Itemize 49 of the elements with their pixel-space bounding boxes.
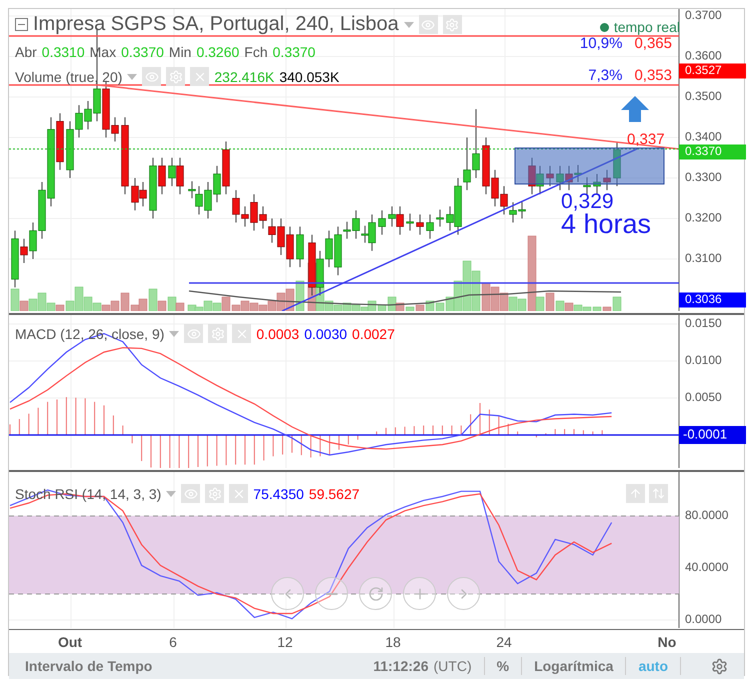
- interval-button[interactable]: Intervalo de Tempo: [9, 657, 164, 675]
- indicator-value: 0.0030: [304, 326, 348, 342]
- ohlc-value: 0.3260: [196, 44, 240, 60]
- price-label: 0,353: [634, 67, 672, 84]
- axis-label: 0.0100: [685, 353, 722, 368]
- axis-label: 0.3700: [685, 9, 722, 22]
- indicator-value: 0.0003: [256, 326, 300, 342]
- indicator-value: 340.053K: [279, 68, 340, 84]
- price-label: 0,365: [634, 35, 672, 52]
- indicator-value: 0.0027: [352, 326, 395, 342]
- axis-label: 0.0000: [685, 612, 722, 626]
- axis-label: 0.0150: [685, 316, 722, 330]
- date-label: 24: [496, 634, 512, 650]
- date-label: Out: [58, 634, 82, 650]
- date-label: 12: [277, 634, 293, 650]
- axis-label: 0.3500: [685, 89, 722, 104]
- ohlc-value: 0.3370: [272, 44, 316, 60]
- percent-button[interactable]: %: [484, 657, 522, 675]
- chart-label: 0,337: [627, 131, 665, 148]
- date-label: 6: [169, 634, 177, 650]
- indicator-value: 59.5627: [308, 486, 360, 502]
- log-scale-button[interactable]: Logarítmica: [521, 657, 626, 675]
- price-tag: 0.3036: [679, 292, 746, 308]
- price-tag: 0.3527: [679, 63, 746, 78]
- value-tag: -0.0001: [679, 426, 746, 444]
- time-display[interactable]: 11:12:26 (UTC): [361, 657, 484, 675]
- ohlc-value: 0.3370: [121, 44, 164, 60]
- chart-label: 0,329: [561, 190, 614, 213]
- percent-label: 10,9%: [580, 35, 622, 52]
- indicator-value: 232.416K: [214, 68, 274, 84]
- date-label: 18: [385, 634, 401, 650]
- price-tag: 0.3370: [679, 144, 746, 160]
- percent-label: 7,3%: [588, 67, 622, 84]
- ohlc-label: Min: [168, 44, 192, 60]
- axis-label: 0.3600: [685, 48, 722, 63]
- axis-label: 40.0000: [685, 560, 728, 574]
- axis-label: 0.0050: [685, 390, 722, 404]
- ohlc-value: 0.3310: [42, 44, 85, 60]
- ohlc-label: Fch: [244, 44, 268, 60]
- axis-label: 0.3200: [685, 210, 722, 225]
- axis-label: 0.3300: [685, 170, 722, 184]
- indicator-value: 75.4350: [253, 486, 304, 502]
- ohlc-label: Abr: [15, 44, 37, 60]
- axis-label: 0.3400: [685, 130, 722, 144]
- axis-label: 0.3100: [685, 251, 722, 266]
- chart-title: Impresa SGPS SA, Portugal, 240, Lisboa: [33, 15, 399, 34]
- axis-label: 80.0000: [685, 508, 728, 522]
- auto-scale-button[interactable]: auto: [625, 657, 680, 675]
- date-label: No: [658, 634, 676, 650]
